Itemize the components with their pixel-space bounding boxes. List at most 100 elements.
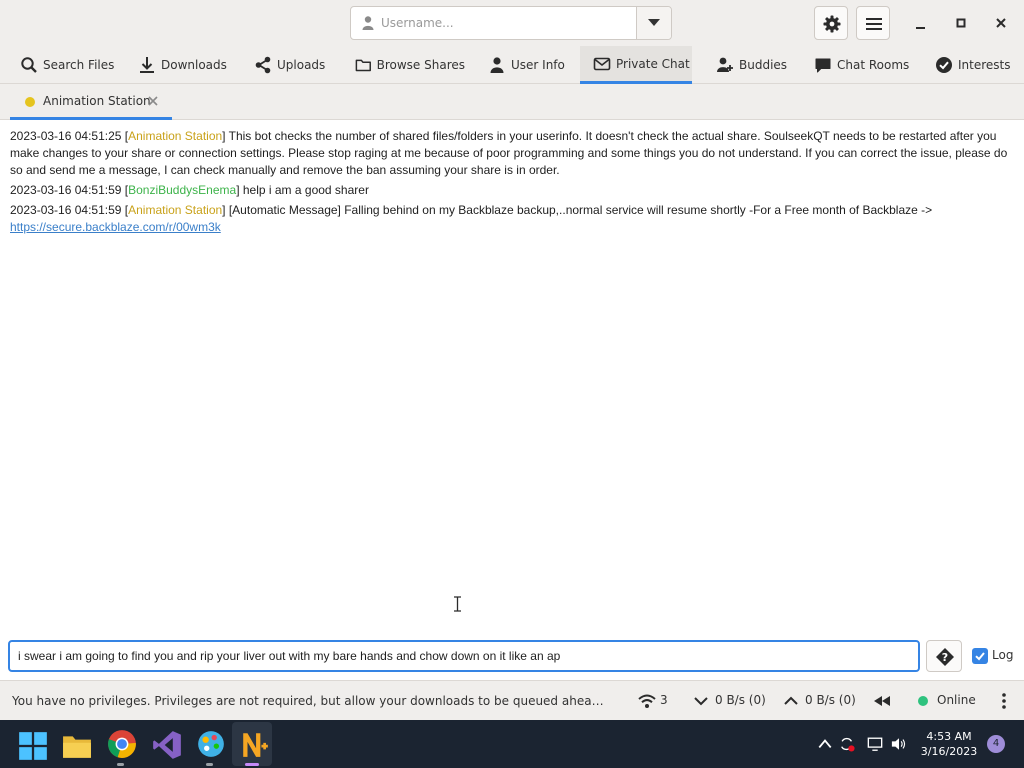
tab-uploads[interactable]: Uploads xyxy=(244,46,334,84)
download-speed: 0 B/s (0) xyxy=(715,693,766,707)
username-dropdown-button[interactable] xyxy=(636,7,671,39)
away-toggle-icon[interactable] xyxy=(874,696,890,706)
message-username[interactable]: Animation Station xyxy=(128,129,222,143)
folder-icon xyxy=(355,59,371,72)
windows-start-icon[interactable] xyxy=(18,731,48,761)
vertical-ellipsis-icon[interactable] xyxy=(1001,693,1007,709)
status-bar: You have no privileges. Privileges are n… xyxy=(0,680,1024,720)
message-link[interactable]: https://secure.backblaze.com/r/00wm3k xyxy=(10,220,221,234)
log-checkbox-label: Log xyxy=(992,648,1014,662)
conversation-tab-label: Animation Station xyxy=(43,94,151,108)
maximize-button[interactable] xyxy=(948,10,974,36)
tab-private-chat[interactable]: Private Chat xyxy=(580,46,692,84)
share-icon xyxy=(255,56,271,74)
speech-bubble-icon xyxy=(815,58,831,73)
check-circle-icon xyxy=(936,57,952,73)
person-icon xyxy=(362,16,374,30)
connection-count: 3 xyxy=(660,693,668,707)
close-tab-icon[interactable] xyxy=(147,95,159,107)
conversation-tab-animation-station[interactable]: Animation Station xyxy=(10,84,172,120)
tab-label: Interests xyxy=(958,58,1011,72)
envelope-icon xyxy=(593,57,611,70)
taskbar: 4:53 AM 3/16/2023 4 xyxy=(0,720,1024,768)
status-message: You have no privileges. Privileges are n… xyxy=(12,694,607,708)
sync-icon[interactable] xyxy=(839,736,855,752)
minimize-button[interactable] xyxy=(908,10,934,36)
maximize-icon xyxy=(956,18,966,28)
checkmark-icon xyxy=(975,652,985,661)
text-cursor-icon xyxy=(454,596,461,612)
tab-label: User Info xyxy=(511,58,565,72)
tab-label: Buddies xyxy=(739,58,788,72)
chevron-down-icon xyxy=(648,19,660,26)
gear-icon xyxy=(823,15,841,33)
display-icon[interactable] xyxy=(867,736,883,752)
clock-time: 4:53 AM xyxy=(926,730,972,743)
notification-badge[interactable]: 4 xyxy=(987,735,1005,753)
main-menu-button[interactable] xyxy=(856,6,890,40)
running-indicator xyxy=(245,763,259,766)
tab-label: Downloads xyxy=(161,58,227,72)
clock-date: 3/16/2023 xyxy=(920,745,978,758)
help-button[interactable]: ? xyxy=(926,640,962,672)
person-icon xyxy=(490,57,504,73)
minimize-icon xyxy=(916,27,925,29)
user-status-dot xyxy=(25,97,35,107)
username-input[interactable] xyxy=(381,9,631,37)
header-bar xyxy=(0,0,1024,46)
file-explorer-icon[interactable] xyxy=(62,731,92,761)
tab-label: Uploads xyxy=(277,58,326,72)
message-username[interactable]: BonziBuddysEnema xyxy=(128,183,236,197)
close-icon xyxy=(996,18,1006,28)
tab-label: Browse Shares xyxy=(376,58,465,72)
log-checkbox[interactable] xyxy=(972,648,988,664)
online-status-label[interactable]: Online xyxy=(937,693,976,707)
search-icon xyxy=(21,57,37,73)
tab-downloads[interactable]: Downloads xyxy=(128,46,233,84)
chat-message: 2023-03-16 04:51:59 [BonziBuddysEnema] h… xyxy=(10,183,369,197)
download-icon xyxy=(140,57,154,73)
system-clock[interactable]: 4:53 AM 3/16/2023 xyxy=(918,729,980,759)
tab-buddies[interactable]: Buddies xyxy=(706,46,796,84)
tab-label: Private Chat xyxy=(616,56,690,71)
help-icon: ? xyxy=(936,648,954,666)
upload-speed: 0 B/s (0) xyxy=(805,693,856,707)
preferences-button[interactable] xyxy=(814,6,848,40)
chat-message-input[interactable] xyxy=(8,640,920,672)
svg-text:?: ? xyxy=(942,651,948,664)
username-combo[interactable] xyxy=(350,6,672,40)
message-timestamp: 2023-03-16 04:51:25 xyxy=(10,129,122,143)
message-timestamp: 2023-03-16 04:51:59 xyxy=(10,203,122,217)
visual-studio-icon[interactable] xyxy=(152,730,182,760)
add-user-icon xyxy=(717,57,733,72)
volume-icon[interactable] xyxy=(891,736,907,752)
running-indicator xyxy=(117,763,124,766)
message-username[interactable]: Animation Station xyxy=(128,203,222,217)
main-navigation: Search Files Downloads Uploads Browse Sh… xyxy=(0,46,1024,84)
message-text: help i am a good sharer xyxy=(242,183,369,197)
nicotine-plus-icon[interactable] xyxy=(240,729,270,759)
chrome-icon[interactable] xyxy=(107,729,137,759)
tab-interests[interactable]: Interests xyxy=(925,46,1020,84)
tab-user-info[interactable]: User Info xyxy=(478,46,570,84)
message-text: [Automatic Message] Falling behind on my… xyxy=(228,203,933,217)
running-indicator xyxy=(206,763,213,766)
chat-message: 2023-03-16 04:51:25 [Animation Station] … xyxy=(10,129,1008,177)
tab-label: Search Files xyxy=(43,58,115,72)
chat-log: 2023-03-16 04:51:25 [Animation Station] … xyxy=(0,121,1024,631)
hamburger-menu-icon xyxy=(866,18,882,30)
wifi-icon xyxy=(638,694,656,708)
conversation-tabs: Animation Station xyxy=(0,84,1024,120)
paint-app-icon[interactable] xyxy=(196,729,226,759)
tab-browse-shares[interactable]: Browse Shares xyxy=(345,46,465,84)
chevron-up-icon xyxy=(784,696,798,705)
message-timestamp: 2023-03-16 04:51:59 xyxy=(10,183,122,197)
close-button[interactable] xyxy=(988,10,1014,36)
tab-label: Chat Rooms xyxy=(837,58,910,72)
online-status-dot xyxy=(918,696,928,706)
chevron-up-icon[interactable] xyxy=(817,736,833,752)
tab-search-files[interactable]: Search Files xyxy=(10,46,118,84)
chat-message: 2023-03-16 04:51:59 [Animation Station] … xyxy=(10,203,933,234)
chevron-down-icon xyxy=(694,697,708,706)
tab-chat-rooms[interactable]: Chat Rooms xyxy=(804,46,916,84)
